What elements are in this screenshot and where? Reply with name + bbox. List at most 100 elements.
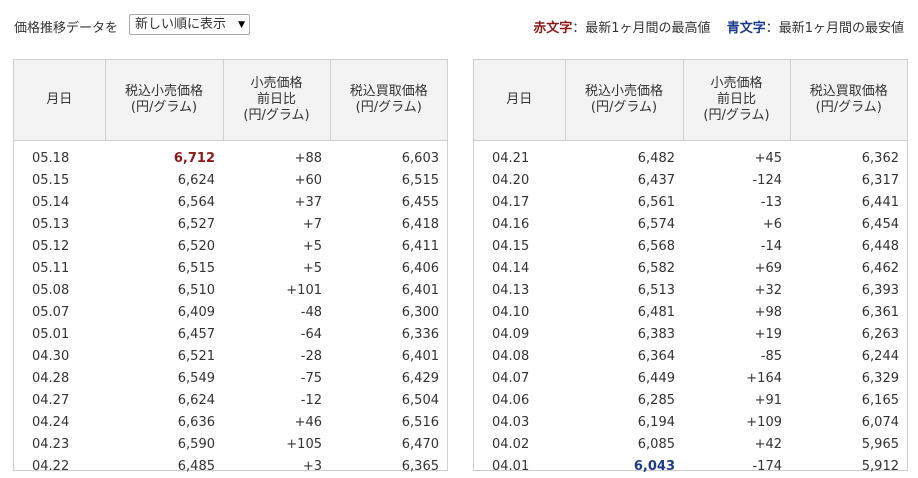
buy-price-cell: 6,365 (330, 456, 447, 478)
retail-price-cell: 6,485 (105, 456, 223, 478)
date-cell: 04.23 (14, 434, 105, 456)
buy-price-cell: 6,393 (790, 280, 907, 302)
table-row: 04.026,085+425,965 (474, 434, 907, 456)
daily-change-cell: +19 (683, 324, 790, 346)
date-cell: 04.08 (474, 346, 565, 368)
buy-price-cell: 6,515 (330, 170, 447, 192)
dropdown-arrow-icon: ▼ (238, 17, 245, 33)
daily-change-cell: +91 (683, 390, 790, 412)
header-line: 月日 (14, 92, 105, 108)
daily-change-cell: +69 (683, 258, 790, 280)
daily-change-cell: -12 (223, 390, 330, 412)
legend-blue-label: 青文字 (727, 21, 766, 36)
retail-price-cell: 6,085 (565, 434, 683, 456)
retail-price-cell: 6,521 (105, 346, 223, 368)
retail-price-cell: 6,574 (565, 214, 683, 236)
table-row: 04.076,449+1646,329 (474, 368, 907, 390)
daily-change-cell: +5 (223, 258, 330, 280)
date-cell: 05.18 (14, 141, 105, 171)
header-line: (円/グラム) (684, 108, 790, 124)
header-line: 小売価格 (224, 76, 330, 92)
table-row: 04.166,574+66,454 (474, 214, 907, 236)
buy-price-cell: 6,406 (330, 258, 447, 280)
daily-change-cell: +42 (683, 434, 790, 456)
daily-change-cell: +37 (223, 192, 330, 214)
retail-price-cell: 6,520 (105, 236, 223, 258)
table-row: 04.156,568-146,448 (474, 236, 907, 258)
buy-price-cell: 6,441 (790, 192, 907, 214)
daily-change-cell: -64 (223, 324, 330, 346)
header-line: 税込買取価格 (791, 84, 908, 100)
retail-price-cell: 6,624 (105, 390, 223, 412)
table-row: 04.306,521-286,401 (14, 346, 447, 368)
header-line: (円/グラム) (566, 100, 683, 116)
retail-price-cell: 6,527 (105, 214, 223, 236)
retail-price-cell: 6,482 (565, 141, 683, 171)
buy-price-cell: 6,336 (330, 324, 447, 346)
buy-price-cell: 6,603 (330, 141, 447, 171)
buy-price-cell: 6,362 (790, 141, 907, 171)
header-line: (円/グラム) (106, 100, 223, 116)
daily-change-cell: +7 (223, 214, 330, 236)
table-row: 05.126,520+56,411 (14, 236, 447, 258)
buy-price-cell: 6,418 (330, 214, 447, 236)
buy-price-cell: 6,454 (790, 214, 907, 236)
date-cell: 04.13 (474, 280, 565, 302)
date-cell: 04.02 (474, 434, 565, 456)
date-cell: 04.10 (474, 302, 565, 324)
table-row: 05.186,712+886,603 (14, 141, 447, 171)
date-cell: 05.08 (14, 280, 105, 302)
table-row: 04.286,549-756,429 (14, 368, 447, 390)
daily-change-cell: -28 (223, 346, 330, 368)
daily-change-cell: -75 (223, 368, 330, 390)
date-cell: 04.17 (474, 192, 565, 214)
buy-price-cell: 6,411 (330, 236, 447, 258)
price-rows-right: 04.216,482+456,36204.206,437-1246,31704.… (474, 141, 907, 478)
price-table-left: 月日 税込小売価格(円/グラム) 小売価格前日比(円/グラム) 税込買取価格(円… (13, 59, 448, 471)
retail-price-cell: 6,364 (565, 346, 683, 368)
sort-order-select[interactable]: 新しい順に表示 ▼ (129, 14, 250, 35)
price-table-right: 月日 税込小売価格(円/グラム) 小売価格前日比(円/グラム) 税込買取価格(円… (473, 59, 908, 471)
sort-label: 価格推移データを (14, 17, 118, 36)
date-cell: 04.30 (14, 346, 105, 368)
buy-price-cell: 6,244 (790, 346, 907, 368)
table-row: 04.226,485+36,365 (14, 456, 447, 478)
table-row: 04.206,437-1246,317 (474, 170, 907, 192)
daily-change-cell: +6 (683, 214, 790, 236)
retail-price-cell: 6,712 (105, 141, 223, 171)
date-cell: 05.15 (14, 170, 105, 192)
table-row: 05.116,515+56,406 (14, 258, 447, 280)
buy-price-cell: 6,470 (330, 434, 447, 456)
date-cell: 04.06 (474, 390, 565, 412)
retail-price-cell: 6,624 (105, 170, 223, 192)
buy-price-cell: 5,912 (790, 456, 907, 478)
table-row: 04.246,636+466,516 (14, 412, 447, 434)
date-cell: 04.01 (474, 456, 565, 478)
retail-price-cell: 6,409 (105, 302, 223, 324)
date-cell: 05.14 (14, 192, 105, 214)
table-row: 05.136,527+76,418 (14, 214, 447, 236)
date-cell: 05.12 (14, 236, 105, 258)
date-cell: 04.03 (474, 412, 565, 434)
header-line: 小売価格 (684, 76, 790, 92)
daily-change-cell: -124 (683, 170, 790, 192)
table-row: 04.136,513+326,393 (474, 280, 907, 302)
date-cell: 05.01 (14, 324, 105, 346)
daily-change-cell: +98 (683, 302, 790, 324)
daily-change-cell: +101 (223, 280, 330, 302)
buy-price-cell: 6,401 (330, 280, 447, 302)
table-row: 04.216,482+456,362 (474, 141, 907, 171)
daily-change-cell: -48 (223, 302, 330, 324)
table-row: 04.276,624-126,504 (14, 390, 447, 412)
date-cell: 04.14 (474, 258, 565, 280)
header-daily-change: 小売価格前日比(円/グラム) (683, 60, 790, 141)
daily-change-cell: -13 (683, 192, 790, 214)
buy-price-cell: 6,329 (790, 368, 907, 390)
table-row: 04.016,043-1745,912 (474, 456, 907, 478)
retail-price-cell: 6,457 (105, 324, 223, 346)
buy-price-cell: 6,504 (330, 390, 447, 412)
buy-price-cell: 6,462 (790, 258, 907, 280)
header-line: 税込小売価格 (106, 84, 223, 100)
header-line: (円/グラム) (791, 100, 908, 116)
date-cell: 04.20 (474, 170, 565, 192)
